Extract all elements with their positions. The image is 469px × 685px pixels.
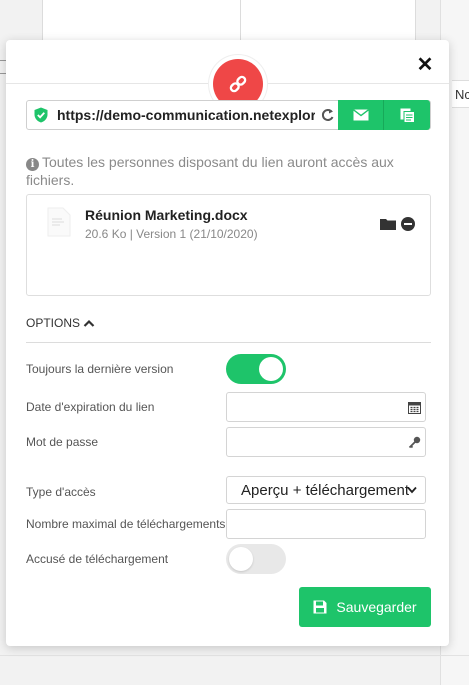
expiration-date-label: Date d'expiration du lien	[26, 400, 155, 414]
max-downloads-label: Nombre maximal de téléchargements	[26, 517, 226, 531]
copy-link-button[interactable]	[384, 100, 430, 130]
options-divider	[26, 342, 431, 343]
share-url-text[interactable]: https://demo-communication.netexplorer	[57, 107, 315, 123]
shield-check-icon	[34, 107, 48, 123]
document-icon	[47, 207, 71, 237]
access-type-select[interactable]: Aperçu + téléchargement	[226, 476, 426, 504]
file-name: Réunion Marketing.docx	[85, 207, 248, 223]
share-link-panel: ✕ https://demo-communication.netexplorer	[6, 40, 449, 646]
share-url-field[interactable]: https://demo-communication.netexplorer	[26, 100, 431, 130]
latest-version-label: Toujours la dernière version	[26, 362, 174, 376]
save-button-label: Sauvegarder	[336, 599, 417, 615]
save-button[interactable]: Sauvegarder	[299, 587, 431, 627]
options-label: OPTIONS	[26, 316, 81, 330]
save-icon	[313, 600, 327, 614]
info-message-text: Toutes les personnes disposant du lien a…	[26, 154, 394, 188]
password-input[interactable]	[226, 427, 426, 457]
access-type-label: Type d'accès	[26, 485, 96, 499]
copy-icon	[400, 108, 415, 123]
key-icon[interactable]	[408, 436, 421, 449]
latest-version-toggle[interactable]	[226, 354, 286, 384]
file-meta: 20.6 Ko | Version 1 (21/10/2020)	[85, 227, 258, 241]
toggle-knob	[259, 357, 283, 381]
close-button[interactable]: ✕	[416, 55, 434, 75]
download-receipt-toggle[interactable]	[226, 544, 286, 574]
calendar-icon[interactable]	[408, 401, 421, 414]
options-toggle[interactable]: OPTIONS	[26, 316, 95, 330]
background-card	[42, 0, 416, 40]
folder-icon[interactable]	[380, 217, 396, 230]
background-right-tab: Nc	[452, 80, 469, 108]
envelope-icon	[352, 109, 369, 121]
background-divider	[240, 0, 241, 40]
expiration-date-input[interactable]	[226, 392, 426, 422]
chevron-up-icon	[83, 319, 95, 327]
chevron-down-icon	[407, 486, 417, 494]
info-message: i Toutes les personnes disposant du lien …	[26, 153, 406, 189]
background-divider-bottom	[0, 655, 469, 656]
access-type-value: Aperçu + téléchargement	[241, 481, 410, 499]
password-label: Mot de passe	[26, 435, 99, 449]
max-downloads-input[interactable]	[226, 509, 426, 539]
refresh-link-icon[interactable]	[321, 108, 335, 122]
shared-file-card: Réunion Marketing.docx 20.6 Ko | Version…	[26, 194, 431, 296]
remove-file-icon[interactable]	[401, 217, 415, 231]
send-email-button[interactable]	[338, 100, 384, 130]
toggle-knob	[229, 547, 253, 571]
info-icon: i	[26, 158, 39, 171]
download-receipt-label: Accusé de téléchargement	[26, 552, 169, 566]
